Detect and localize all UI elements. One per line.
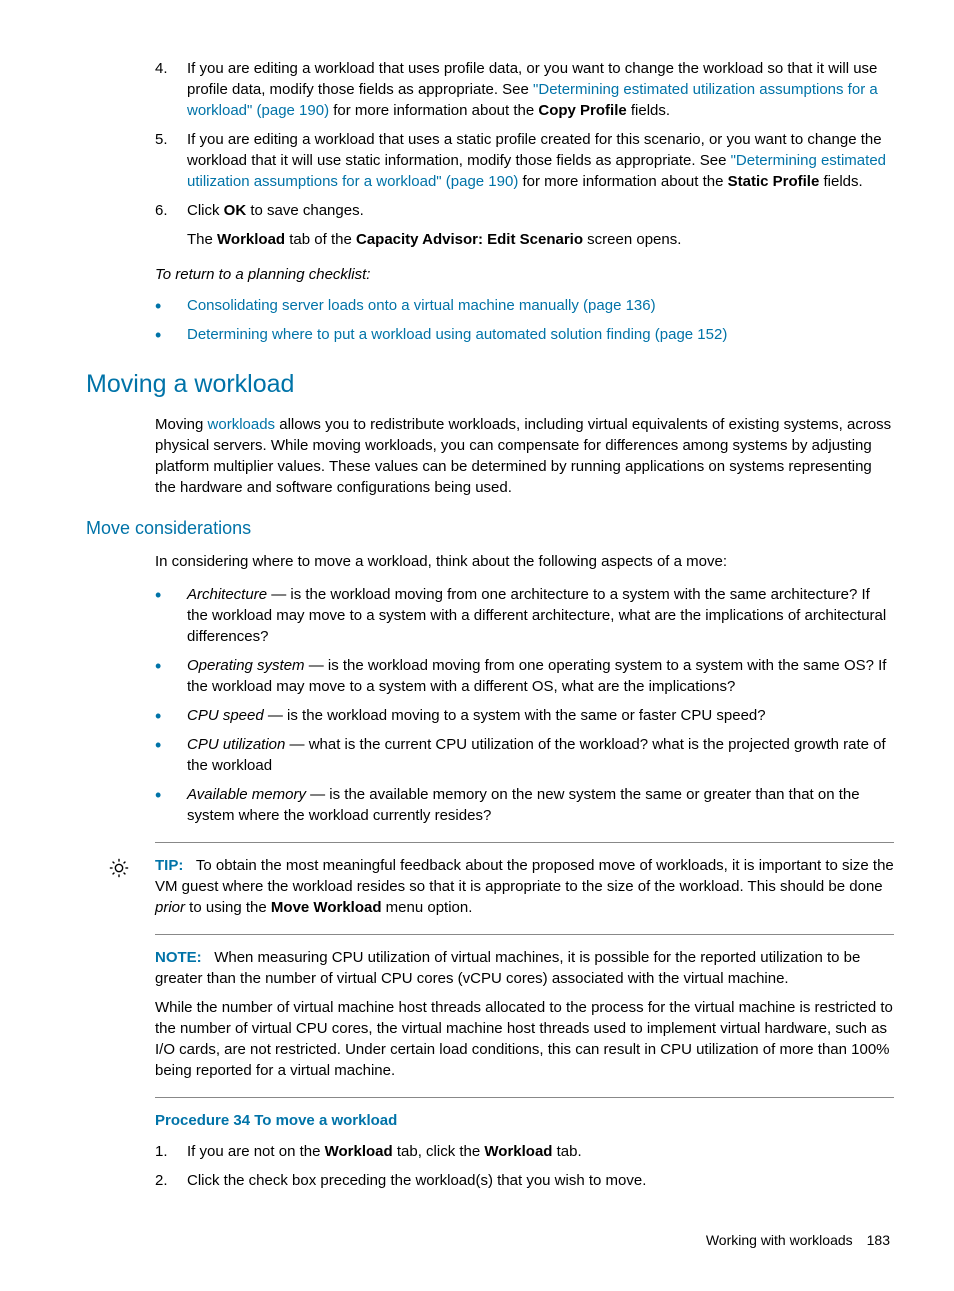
considerations-intro: In considering where to move a workload,… — [155, 551, 894, 572]
link-determining-where[interactable]: Determining where to put a workload usin… — [187, 326, 727, 343]
note-block: NOTE: When measuring CPU utilization of … — [155, 947, 894, 1081]
divider — [155, 842, 894, 843]
text: tab, click the — [393, 1143, 485, 1160]
bullet-architecture: • Architecture — is the workload moving … — [155, 584, 894, 647]
list-item-5: 5. If you are editing a workload that us… — [155, 129, 894, 192]
text: for more information about the — [329, 102, 538, 119]
bullet-icon: • — [155, 705, 187, 726]
bullet-os: • Operating system — is the workload mov… — [155, 655, 894, 697]
text: Moving — [155, 416, 208, 433]
text: When measuring CPU utilization of virtua… — [155, 949, 860, 987]
footer-text: Working with workloads — [706, 1232, 853, 1248]
label: CPU utilization — [187, 736, 285, 753]
text: for more information about the — [518, 173, 727, 190]
list-content: If you are editing a workload that uses … — [187, 129, 894, 192]
bullet-cpu-util: • CPU utilization — what is the current … — [155, 734, 894, 776]
bold-copy-profile: Copy Profile — [538, 102, 626, 119]
text: to save changes. — [246, 202, 364, 219]
list-number: 6. — [155, 200, 187, 250]
bold-workload: Workload — [484, 1143, 552, 1160]
bold-workload: Workload — [217, 231, 285, 248]
tip-label: TIP: — [155, 857, 183, 874]
bold-static-profile: Static Profile — [728, 173, 820, 190]
text: Click — [187, 202, 224, 219]
label: Operating system — [187, 657, 305, 674]
divider — [155, 934, 894, 935]
text: screen opens. — [583, 231, 681, 248]
list-item-4: 4. If you are editing a workload that us… — [155, 58, 894, 121]
page-footer: Working with workloads 183 — [60, 1231, 894, 1251]
italic-prior: prior — [155, 899, 185, 916]
list-number: 2. — [155, 1170, 187, 1191]
text: menu option. — [382, 899, 473, 916]
bullet-icon: • — [155, 655, 187, 697]
text: To obtain the most meaningful feedback a… — [155, 857, 894, 895]
tip-block: TIP: To obtain the most meaningful feedb… — [108, 855, 894, 918]
bold-capacity-advisor: Capacity Advisor: Edit Scenario — [356, 231, 583, 248]
proc-step-2: 2. Click the check box preceding the wor… — [155, 1170, 894, 1191]
bold-ok: OK — [224, 202, 247, 219]
text: tab. — [552, 1143, 581, 1160]
divider — [155, 1097, 894, 1098]
proc-step-1: 1. If you are not on the Workload tab, c… — [155, 1141, 894, 1162]
list-number: 5. — [155, 129, 187, 192]
list-item-6: 6. Click OK to save changes. The Workloa… — [155, 200, 894, 250]
list-number: 1. — [155, 1141, 187, 1162]
text: The — [187, 231, 217, 248]
list-number: 4. — [155, 58, 187, 121]
bullet-item: • Determining where to put a workload us… — [155, 324, 894, 345]
return-checklist-text: To return to a planning checklist: — [155, 264, 894, 285]
link-consolidating[interactable]: Consolidating server loads onto a virtua… — [187, 297, 656, 314]
text: If you are not on the — [187, 1143, 325, 1160]
bullet-icon: • — [155, 734, 187, 776]
page-number: 183 — [867, 1232, 890, 1248]
note-label: NOTE: — [155, 949, 202, 966]
moving-paragraph: Moving workloads allows you to redistrib… — [155, 414, 894, 498]
link-workloads[interactable]: workloads — [208, 416, 276, 433]
bullet-cpu-speed: • CPU speed — is the workload moving to … — [155, 705, 894, 726]
text: Click the check box preceding the worklo… — [187, 1170, 894, 1191]
bullet-item: • Consolidating server loads onto a virt… — [155, 295, 894, 316]
text: to using the — [185, 899, 271, 916]
text: — what is the current CPU utilization of… — [187, 736, 886, 774]
text: fields. — [627, 102, 670, 119]
bullet-memory: • Available memory — is the available me… — [155, 784, 894, 826]
bullet-icon: • — [155, 584, 187, 647]
tip-icon — [108, 855, 155, 918]
label: Architecture — [187, 586, 267, 603]
text: — is the workload moving from one archit… — [187, 586, 886, 645]
procedure-title: Procedure 34 To move a workload — [155, 1110, 894, 1131]
bold-move-workload: Move Workload — [271, 899, 382, 916]
text: — is the workload moving to a system wit… — [264, 707, 766, 724]
text: fields. — [819, 173, 862, 190]
bullet-icon: • — [155, 784, 187, 826]
label: CPU speed — [187, 707, 264, 724]
bold-workload: Workload — [325, 1143, 393, 1160]
bullet-icon: • — [155, 295, 187, 316]
text: tab of the — [285, 231, 356, 248]
heading-moving-workload: Moving a workload — [86, 367, 894, 402]
list-content: Click OK to save changes. The Workload t… — [187, 200, 894, 250]
text: While the number of virtual machine host… — [155, 997, 894, 1081]
label: Available memory — [187, 786, 306, 803]
heading-move-considerations: Move considerations — [86, 516, 894, 541]
list-content: If you are editing a workload that uses … — [187, 58, 894, 121]
bullet-icon: • — [155, 324, 187, 345]
